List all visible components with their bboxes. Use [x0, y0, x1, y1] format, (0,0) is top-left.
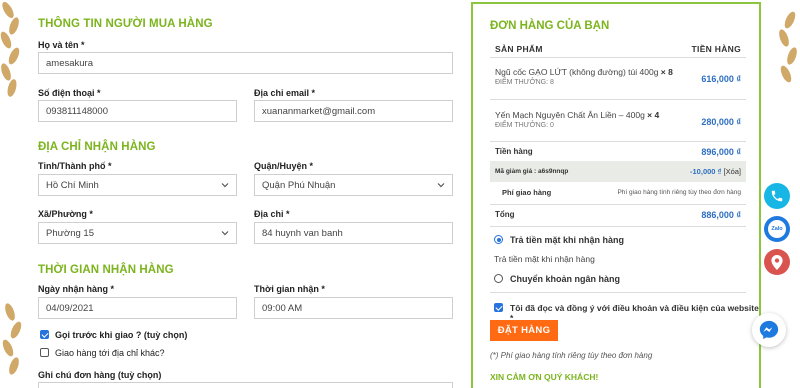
col-total-header: TIỀN HÀNG — [691, 44, 741, 54]
payment-cod-radio[interactable] — [494, 235, 503, 244]
ward-select[interactable]: Phường 15 — [38, 222, 237, 244]
order-note-label: Ghi chú đơn hàng (tuỳ chọn) — [38, 370, 162, 380]
district-label: Quận/Huyện * — [254, 161, 314, 171]
wheat-decoration-icon — [2, 303, 22, 375]
order-note-textarea[interactable] — [38, 382, 453, 388]
list-item-name: Yến Mạch Nguyên Chất Ăn Liền – 400g × 4 — [495, 110, 660, 120]
order-summary-panel: ĐƠN HÀNG CỦA BẠN SẢN PHẨM TIỀN HÀNG Ngũ … — [471, 2, 761, 388]
call-before-checkbox[interactable] — [40, 330, 49, 339]
checkout-form: THÔNG TIN NGƯỜI MUA HÀNG Họ và tên * ame… — [28, 0, 456, 388]
list-item-points: ĐIỂM THƯỞNG: 0 — [495, 122, 554, 129]
coupon-remove-link[interactable]: [Xóa] — [723, 167, 741, 176]
terms-checkbox[interactable] — [494, 303, 503, 312]
delivery-time-input[interactable]: 09:00 AM — [254, 297, 453, 319]
payment-bank-label: Chuyển khoản ngân hàng — [510, 274, 621, 284]
messenger-icon — [759, 320, 779, 340]
chevron-down-icon — [437, 183, 445, 188]
call-before-label: Gọi trước khi giao ? (tuỳ chọn) — [55, 330, 188, 340]
thanks-message: XIN CẢM ƠN QUÝ KHÁCH! — [490, 372, 599, 382]
coupon-value-group: -10,000 ₫ [Xóa] — [690, 167, 741, 176]
email-input[interactable]: xuananmarket@gmail.com — [254, 100, 453, 122]
list-item-name: Ngũ cốc GẠO LỨT (không đường) túi 400g ×… — [495, 67, 673, 77]
total-label: Tổng — [495, 210, 515, 219]
delivery-time-label: Thời gian nhận * — [254, 284, 325, 294]
map-pin-icon — [771, 254, 783, 270]
chevron-down-icon — [221, 183, 229, 188]
payment-bank-radio[interactable] — [494, 274, 503, 283]
payment-cod-description: Trả tiền mặt khi nhận hàng — [494, 254, 595, 264]
total-value: 886,000 ₫ — [701, 210, 741, 220]
list-item-price: 616,000 ₫ — [701, 74, 741, 84]
map-button[interactable] — [764, 249, 790, 275]
street-label: Địa chỉ * — [254, 209, 290, 219]
shipping-value: Phí giao hàng tính riêng tùy theo đơn hà… — [617, 189, 741, 196]
phone-input[interactable]: 093811148000 — [38, 100, 237, 122]
other-address-label: Giao hàng tới địa chỉ khác? — [55, 348, 165, 358]
buyer-section-title: THÔNG TIN NGƯỜI MUA HÀNG — [38, 18, 213, 30]
subtotal-value: 896,000 ₫ — [701, 147, 741, 157]
order-title: ĐƠN HÀNG CỦA BẠN — [490, 20, 610, 32]
chevron-down-icon — [221, 231, 229, 236]
delivery-time-section-title: THỜI GIAN NHẬN HÀNG — [38, 264, 174, 276]
district-select[interactable]: Quận Phú Nhuận — [254, 174, 453, 196]
delivery-date-input[interactable]: 04/09/2021 — [38, 297, 237, 319]
col-product-header: SẢN PHẨM — [495, 44, 543, 54]
city-label: Tỉnh/Thành phố * — [38, 161, 112, 171]
phone-button[interactable] — [764, 183, 790, 209]
shipping-footnote: (*) Phí giao hàng tính riêng tùy theo đơ… — [490, 351, 653, 360]
fullname-input[interactable]: amesakura — [38, 52, 453, 74]
address-section-title: ĐỊA CHỈ NHẬN HÀNG — [38, 141, 156, 153]
list-item-price: 280,000 ₫ — [701, 117, 741, 127]
delivery-date-label: Ngày nhận hàng * — [38, 284, 115, 294]
other-address-checkbox[interactable] — [40, 348, 49, 357]
wheat-decoration-icon — [779, 11, 797, 83]
zalo-button[interactable]: Zalo — [764, 216, 790, 242]
shipping-label: Phí giao hàng — [502, 188, 552, 197]
payment-cod-label: Trả tiền mặt khi nhận hàng — [510, 235, 625, 245]
messenger-button[interactable] — [752, 313, 786, 347]
list-item-points: ĐIỂM THƯỞNG: 8 — [495, 79, 554, 86]
phone-label: Số điện thoại * — [38, 88, 101, 98]
coupon-value: -10,000 ₫ — [690, 167, 722, 176]
phone-icon — [771, 190, 783, 202]
ward-label: Xã/Phường * — [38, 209, 93, 219]
place-order-button[interactable]: ĐẶT HÀNG — [490, 320, 558, 341]
zalo-icon: Zalo — [768, 220, 786, 238]
email-label: Địa chỉ email * — [254, 88, 316, 98]
city-select[interactable]: Hồ Chí Minh — [38, 174, 237, 196]
fullname-label: Họ và tên * — [38, 40, 85, 50]
subtotal-label: Tiền hàng — [495, 147, 533, 156]
street-input[interactable]: 84 huynh van banh — [254, 222, 453, 244]
wheat-decoration-icon — [0, 1, 20, 97]
coupon-label: Mã giảm giá : a6s9nnqp — [495, 168, 569, 175]
